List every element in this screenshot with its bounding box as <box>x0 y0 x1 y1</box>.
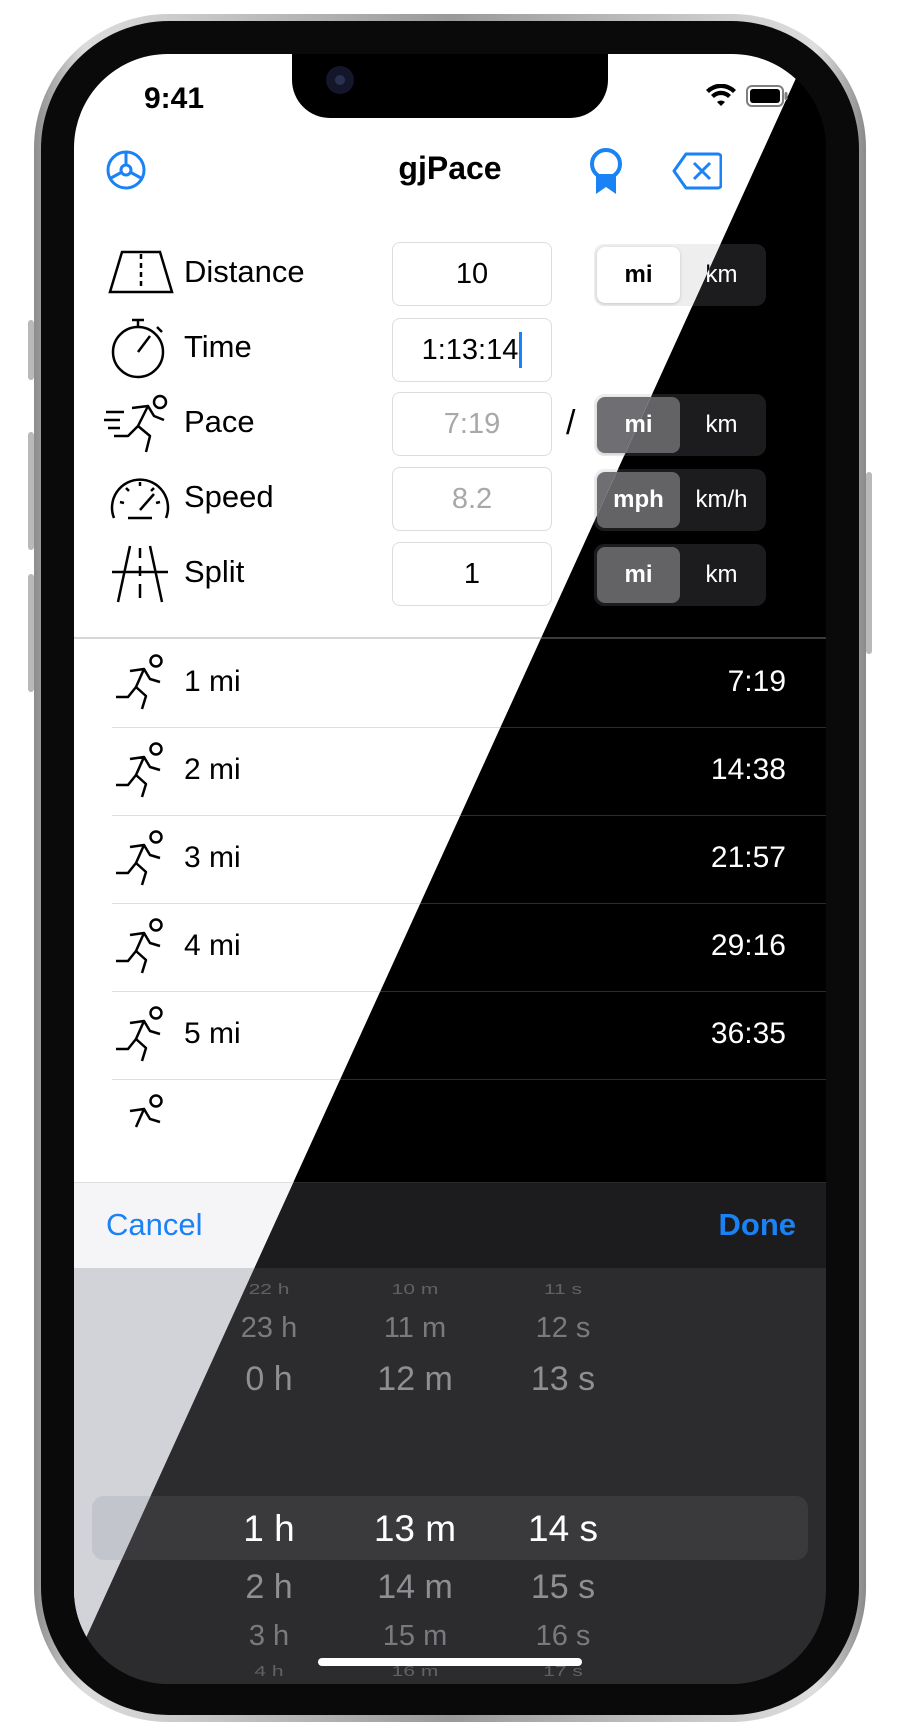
picker-item: 15 m <box>382 1620 448 1652</box>
picker-item: 14 m <box>377 1568 453 1606</box>
speed-label: Speed <box>184 479 274 514</box>
speedometer-icon <box>108 472 172 524</box>
volume-down-button <box>28 574 34 692</box>
picker-item: 12 m <box>377 1360 453 1398</box>
time-input-value: 1:13:14 <box>421 333 519 366</box>
cancel-button[interactable]: Cancel <box>106 1207 203 1243</box>
split-row-label: 3 mi <box>184 841 241 874</box>
volume-up-button <box>28 432 34 550</box>
split-row-time: 7:19 <box>727 665 786 698</box>
split-input[interactable]: 1 <box>392 542 552 606</box>
runner-icon <box>112 917 168 975</box>
picker-item: 11 s <box>543 1281 583 1298</box>
picker-item: 3 h <box>248 1620 290 1652</box>
wifi-icon <box>706 84 736 108</box>
split-row-time: 29:16 <box>710 929 786 962</box>
pace-separator: / <box>566 404 576 442</box>
screen: 9:41 gjPace Distance 10 mi km Time <box>74 54 826 1684</box>
pace-label: Pace <box>184 404 255 439</box>
time-input[interactable]: 1:13:14 <box>392 318 552 382</box>
picker-item: 2 h <box>245 1568 293 1606</box>
pace-unit-km[interactable]: km <box>680 397 763 453</box>
gear-icon[interactable] <box>102 146 150 194</box>
distance-unit-mi[interactable]: mi <box>597 247 680 303</box>
time-label: Time <box>184 329 252 364</box>
runner-icon <box>112 1005 168 1063</box>
split-label: Split <box>184 554 245 589</box>
power-button <box>866 472 872 654</box>
picker-item-selected: 14 s <box>528 1508 598 1549</box>
picker-item: 15 s <box>530 1568 596 1606</box>
split-road-icon <box>112 544 168 604</box>
picker-item-selected: 1 h <box>243 1508 295 1549</box>
picker-item: 12 s <box>535 1312 591 1344</box>
split-row-time: 36:35 <box>710 1017 786 1050</box>
picker-item: 4 h <box>254 1663 284 1680</box>
text-cursor <box>519 332 523 368</box>
split-row-label: 2 mi <box>184 753 241 786</box>
runner-icon <box>112 1093 168 1151</box>
speed-unit-kmh[interactable]: km/h <box>680 472 763 528</box>
status-time: 9:41 <box>144 82 205 115</box>
split-unit-km[interactable]: km <box>680 547 763 603</box>
split-row-label: 1 mi <box>184 665 241 698</box>
home-indicator[interactable] <box>318 1658 582 1666</box>
picker-column-minutes[interactable]: 10 m 11 m 12 m 13 m 14 m 15 m 16 m <box>350 1268 480 1684</box>
picker-item: 10 m <box>391 1281 439 1298</box>
runner-icon <box>112 653 168 711</box>
runner-fast-icon <box>104 392 174 454</box>
distance-input[interactable]: 10 <box>392 242 552 306</box>
runner-icon <box>112 741 168 799</box>
picker-item-selected: 13 m <box>373 1508 457 1549</box>
picker-item: 13 s <box>530 1360 596 1398</box>
distance-label: Distance <box>184 254 305 289</box>
split-row-time: 14:38 <box>710 753 786 786</box>
front-camera <box>326 66 354 94</box>
road-icon <box>108 250 174 294</box>
pace-input[interactable]: 7:19 <box>392 392 552 456</box>
runner-icon <box>112 829 168 887</box>
done-button[interactable]: Done <box>719 1207 797 1243</box>
split-row-time: 21:57 <box>710 841 786 874</box>
battery-icon <box>746 85 788 107</box>
speed-input[interactable]: 8.2 <box>392 467 552 531</box>
picker-column-seconds[interactable]: 11 s 12 s 13 s 14 s 15 s 16 s 17 s <box>498 1268 628 1684</box>
mute-switch <box>28 320 34 380</box>
split-unit-segment[interactable]: mi km <box>594 544 766 606</box>
stopwatch-icon <box>108 316 170 380</box>
picker-item: 17 s <box>543 1663 583 1680</box>
picker-item: 11 m <box>383 1312 447 1344</box>
picker-item: 0 h <box>245 1360 293 1398</box>
split-row-label: 4 mi <box>184 929 241 962</box>
picker-item: 16 m <box>391 1663 439 1680</box>
split-unit-mi[interactable]: mi <box>597 547 680 603</box>
award-ribbon-icon[interactable] <box>586 146 626 198</box>
delete-backspace-icon[interactable] <box>672 152 722 190</box>
split-row-label: 5 mi <box>184 1017 241 1050</box>
picker-item: 16 s <box>535 1620 591 1652</box>
speed-unit-segment[interactable]: mph km/h <box>594 469 766 531</box>
